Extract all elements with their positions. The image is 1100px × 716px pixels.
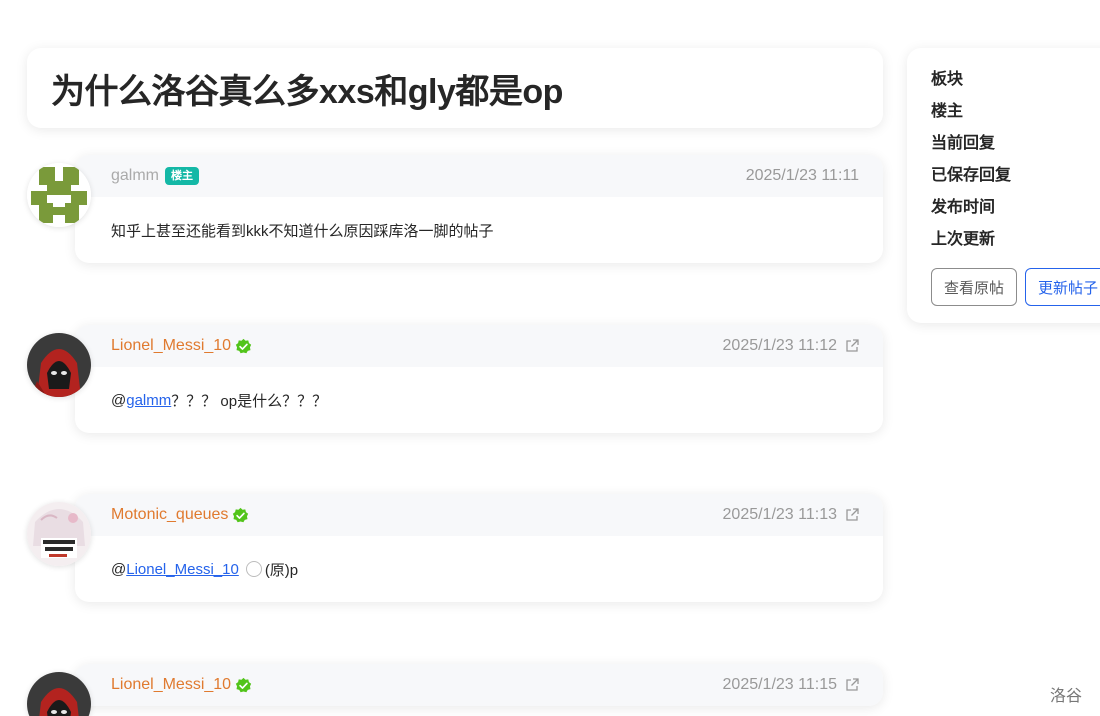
identicon-avatar-image xyxy=(27,163,91,227)
verified-check-icon xyxy=(235,677,252,694)
post-title: 为什么洛谷真么多xxs和gly都是op xyxy=(51,72,563,111)
avatar[interactable] xyxy=(27,502,91,566)
reply-item: Lionel_Messi_10 2025/1/23 11:12 @ galmm？？… xyxy=(27,325,883,435)
reply-time: 2025/1/23 11:12 xyxy=(722,337,837,354)
external-link-icon[interactable] xyxy=(845,339,859,353)
red-hood-avatar-image xyxy=(27,333,91,397)
op-badge: 楼主 xyxy=(165,167,200,185)
mention-prefix: @ xyxy=(111,391,127,409)
reply-text: 知乎上甚至还能看到kkk不知道什么原因踩库洛一脚的帖子 xyxy=(111,222,494,240)
page: 为什么洛谷真么多xxs和gly都是op galmm 楼主 2025/1/23 1 xyxy=(0,0,1100,716)
reply-card: Lionel_Messi_10 2025/1/23 11:15 xyxy=(75,664,883,706)
reply-header: galmm 楼主 2025/1/23 11:11 xyxy=(75,155,883,197)
sidebar-actions: 查看原帖 更新帖子 xyxy=(931,268,1100,306)
reply-card: Motonic_queues 2025/1/23 11:13 @ Lionel_M… xyxy=(75,494,883,602)
mention-prefix: @ xyxy=(111,560,127,578)
avatar[interactable] xyxy=(27,333,91,397)
reply-header: Motonic_queues 2025/1/23 11:13 xyxy=(75,494,883,536)
reply-item: Motonic_queues 2025/1/23 11:13 @ Lionel_M… xyxy=(27,494,883,604)
username-link[interactable]: Lionel_Messi_10 xyxy=(111,676,231,694)
anime-girl-avatar-image xyxy=(27,502,91,566)
reply-time: 2025/1/23 11:15 xyxy=(722,676,837,693)
username-link[interactable]: galmm xyxy=(111,167,159,185)
sidebar-item-forum: 板块 xyxy=(931,71,964,88)
username-link[interactable]: Motonic_queues xyxy=(111,506,228,524)
view-original-button[interactable]: 查看原帖 xyxy=(931,268,1018,306)
reply-text: (原)p xyxy=(264,561,299,579)
sidebar-item-last-update: 上次更新 xyxy=(931,231,996,248)
username-link[interactable]: Lionel_Messi_10 xyxy=(111,337,231,355)
reply-content: 知乎上甚至还能看到kkk不知道什么原因踩库洛一脚的帖子 xyxy=(75,197,883,263)
sidebar-item-saved-replies: 已保存回复 xyxy=(931,167,1012,184)
reply-card: galmm 楼主 2025/1/23 11:11 知乎上甚至还能看到kkk不知道… xyxy=(75,155,883,263)
verified-check-icon xyxy=(232,507,249,524)
reply-time: 2025/1/23 11:11 xyxy=(745,167,859,184)
verified-check-icon xyxy=(235,338,252,355)
mention-link[interactable]: Lionel_Messi_10 xyxy=(126,561,239,578)
reply-content: @ galmm？？？ op是什么？？？ xyxy=(75,367,883,433)
reply-text: ？？？ op是什么？？？ xyxy=(171,392,328,410)
reply-content: @ Lionel_Messi_10 (原)p xyxy=(75,536,883,602)
footer-luogu-mark[interactable]: 洛谷 xyxy=(1050,682,1082,706)
sidebar-item-publish-time: 发布时间 xyxy=(931,199,996,216)
reply-header: Lionel_Messi_10 2025/1/23 11:12 xyxy=(75,325,883,367)
post-info-sidebar: 板块 楼主 当前回复 已保存回复 发布时间 上次更新 查看原帖 更新帖子 xyxy=(907,48,1100,323)
reply-time: 2025/1/23 11:13 xyxy=(722,506,837,523)
reply-card: Lionel_Messi_10 2025/1/23 11:12 @ galmm？？… xyxy=(75,325,883,433)
external-link-icon[interactable] xyxy=(845,678,859,692)
update-post-button[interactable]: 更新帖子 xyxy=(1025,268,1100,306)
reply-item: Lionel_Messi_10 2025/1/23 11:15 xyxy=(27,664,883,716)
reply-item: galmm 楼主 2025/1/23 11:11 知乎上甚至还能看到kkk不知道… xyxy=(27,155,883,265)
mention-link[interactable]: galmm xyxy=(126,392,171,409)
sidebar-item-current-replies: 当前回复 xyxy=(931,135,996,152)
post-title-card: 为什么洛谷真么多xxs和gly都是op xyxy=(27,48,883,128)
avatar[interactable] xyxy=(27,163,91,227)
emoji-circle-icon xyxy=(245,561,262,577)
reply-header: Lionel_Messi_10 2025/1/23 11:15 xyxy=(75,664,883,706)
external-link-icon[interactable] xyxy=(845,508,859,522)
sidebar-item-op: 楼主 xyxy=(931,103,964,120)
